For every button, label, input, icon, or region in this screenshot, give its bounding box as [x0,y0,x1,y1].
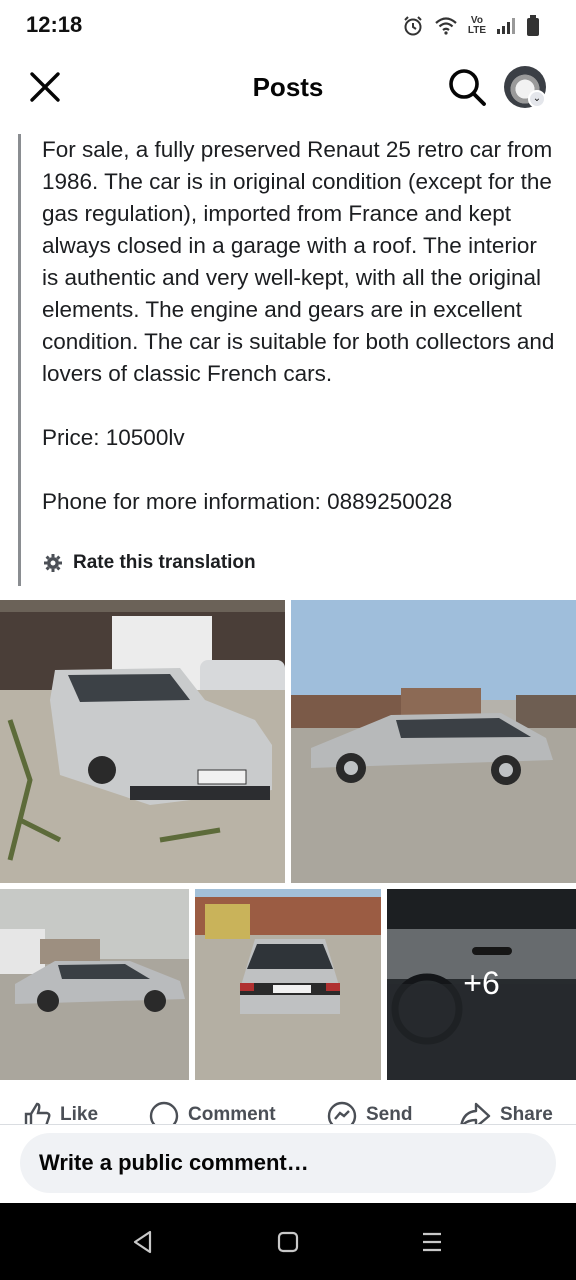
send-label: Send [366,1104,413,1124]
home-icon[interactable] [274,1229,302,1255]
comment-icon [149,1101,179,1124]
volte-icon: Vo LTE [468,16,486,36]
post-text: For sale, a fully preserved Renaut 25 re… [42,137,555,514]
system-nav-bar [0,1203,576,1280]
action-bar: Like Comment Send Share [0,1094,576,1124]
status-bar: 12:18 Vo LTE [0,0,576,52]
comment-area: Write a public comment… [0,1125,576,1203]
back-icon[interactable] [130,1229,158,1255]
car-photo-rear-side[interactable] [0,889,189,1080]
more-photos-count: +6 [463,965,500,1001]
like-button[interactable]: Like [22,1100,98,1124]
share-icon [460,1102,491,1124]
alarm-icon [404,16,422,36]
page-title: Posts [252,72,324,102]
search-icon[interactable] [446,66,488,108]
signal-icon [497,18,515,34]
volte-line2: LTE [467,25,486,36]
car-photo-front[interactable] [0,600,285,883]
comment-button[interactable]: Comment [148,1100,276,1124]
comment-input[interactable]: Write a public comment… [20,1133,556,1193]
header: Posts [0,56,576,120]
send-button[interactable]: Send [326,1100,412,1124]
car-photo-rear[interactable] [195,889,381,1080]
share-label: Share [500,1104,553,1124]
messenger-icon [327,1101,357,1124]
battery-icon [527,15,539,36]
status-icons: Vo LTE [402,12,540,40]
like-label: Like [60,1104,99,1124]
rate-translation-button[interactable]: Rate this translation [43,552,256,574]
car-photo-side[interactable] [291,600,576,883]
translation-label: Rate this translation [73,552,256,573]
photo-grid: +6 [0,600,576,1080]
gear-icon [44,554,62,572]
chevron-down-icon[interactable]: ⌄ [528,90,546,108]
more-photos-overlay[interactable]: +6 [387,889,576,1080]
comment-label: Comment [188,1104,276,1124]
menu-icon[interactable] [418,1229,446,1255]
car-photo-interior[interactable]: +6 [387,889,576,1080]
thumbs-up-icon [24,1102,51,1124]
share-button[interactable]: Share [458,1100,553,1124]
post-body: For sale, a fully preserved Renaut 25 re… [18,134,558,586]
wifi-icon [435,17,457,35]
status-time: 12:18 [26,12,83,37]
